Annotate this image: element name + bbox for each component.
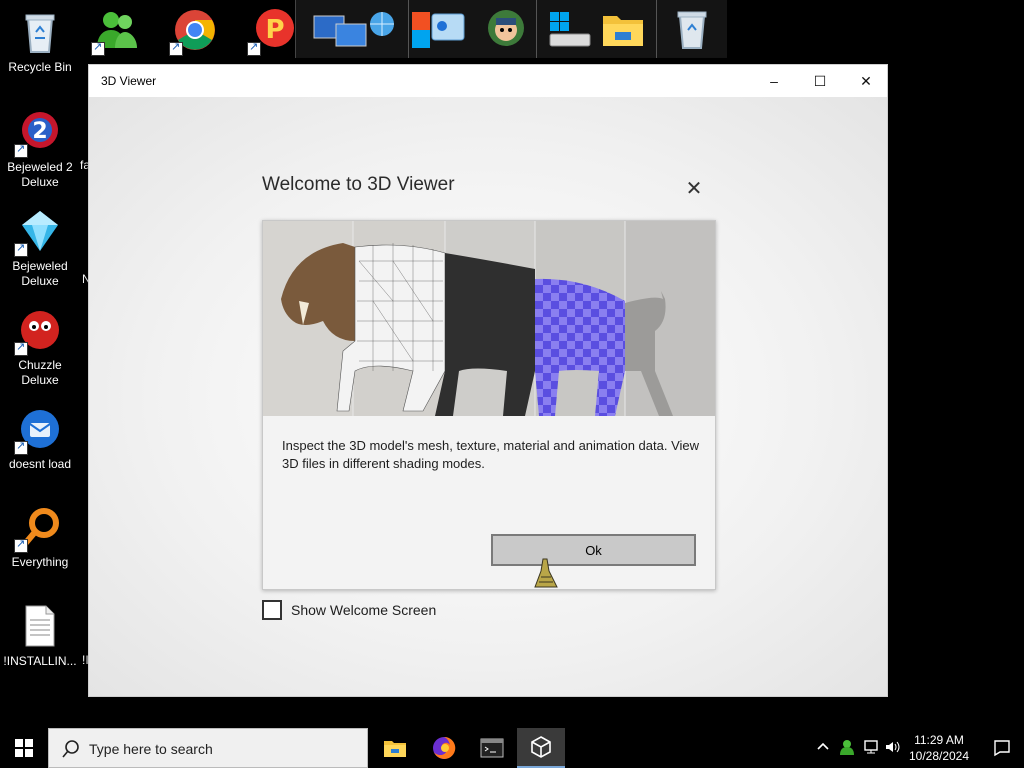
folder-icon	[384, 741, 406, 757]
maximize-button[interactable]: ☐	[797, 65, 843, 97]
desktop-icon-everything[interactable]: Everything	[0, 503, 80, 570]
mouse-cursor-icon	[533, 557, 559, 591]
windows-drive-icon[interactable]	[546, 10, 594, 50]
taskbar-app-3d-viewer[interactable]	[517, 728, 565, 768]
text-file-icon	[16, 602, 64, 650]
desktop-icon-label: !INSTALLIN...	[3, 654, 77, 668]
clock[interactable]: 11:29 AM 10/28/2024	[905, 732, 973, 764]
windows-logo-icon	[15, 739, 33, 757]
show-welcome-label: Show Welcome Screen	[291, 602, 437, 618]
search-placeholder: Type here to search	[89, 741, 213, 757]
notifications-button[interactable]	[980, 728, 1024, 768]
show-welcome-option[interactable]: Show Welcome Screen	[262, 600, 436, 620]
desktop-icon-recycle-bin[interactable]: Recycle Bin	[0, 8, 80, 75]
taskbar-search-box[interactable]: Type here to search	[48, 728, 368, 768]
shortcut-arrow-icon	[14, 241, 28, 257]
shortcut-arrow-icon	[14, 142, 28, 158]
3d-viewer-icon	[531, 736, 551, 758]
desktop-icon-label: doesnt load	[8, 457, 72, 471]
dialog-title: Welcome to 3D Viewer	[262, 174, 455, 195]
bejeweled2-icon: 2	[14, 108, 64, 158]
shortcut-arrow-icon	[247, 40, 261, 56]
show-welcome-checkbox[interactable]	[262, 600, 282, 620]
desktop-icon-bejeweled[interactable]: Bejeweled Deluxe	[0, 207, 80, 289]
shortcut-arrow-icon	[14, 340, 28, 356]
search-icon	[62, 740, 79, 758]
volume-icon[interactable]	[884, 738, 902, 758]
top-icon-strip	[295, 0, 727, 58]
ok-button[interactable]: Ok	[491, 534, 696, 566]
ok-button-label: Ok	[585, 542, 602, 558]
desktop-icon-messenger[interactable]	[77, 6, 157, 58]
desktop-icon-label: Bejeweled Deluxe	[12, 259, 68, 288]
clock-date: 10/28/2024	[908, 749, 970, 763]
maximize-icon: ☐	[813, 72, 827, 89]
welcome-card: Inspect the 3D model's mesh, texture, ma…	[262, 220, 716, 590]
desktop-icon-chrome[interactable]	[155, 6, 235, 58]
start-button[interactable]	[0, 728, 48, 768]
close-icon: ✕	[860, 72, 872, 89]
svg-text:P: P	[265, 15, 284, 45]
window-title: 3D Viewer	[101, 74, 157, 88]
desktop-icon-label: Everything	[11, 555, 69, 569]
desktop-icon-thunderbird[interactable]: doesnt load	[0, 405, 80, 472]
minimize-button[interactable]: –	[751, 65, 797, 97]
shortcut-arrow-icon	[169, 40, 183, 56]
desktop-icon-chuzzle[interactable]: Chuzzle Deluxe	[0, 306, 80, 388]
bejeweled-icon	[14, 207, 64, 257]
title-bar[interactable]: 3D Viewer – ☐ ✕	[89, 65, 887, 97]
hero-image	[263, 221, 715, 416]
recycle-bin-icon[interactable]	[668, 6, 716, 52]
close-icon: ✕	[685, 177, 703, 200]
viewer-content: Welcome to 3D Viewer ✕ Inspect the 3D mo…	[89, 97, 887, 696]
clock-time: 11:29 AM	[914, 733, 964, 747]
desktop-icon-label: Recycle Bin	[8, 60, 72, 74]
peggle-icon: P	[247, 6, 297, 56]
network-icon[interactable]	[862, 738, 880, 758]
dialog-close-button[interactable]: ✕	[683, 177, 705, 200]
everything-icon	[14, 503, 64, 553]
svg-text:2: 2	[32, 119, 47, 144]
network-computers-icon[interactable]	[310, 6, 400, 54]
taskbar-app-file-explorer[interactable]	[371, 728, 419, 768]
taskbar-app-terminal[interactable]	[468, 728, 516, 768]
dialog-description: Inspect the 3D model's mesh, texture, ma…	[282, 438, 700, 471]
recycle-bin-icon	[16, 8, 64, 56]
terminal-icon	[480, 738, 504, 758]
taskbar-app-firefox[interactable]	[420, 728, 468, 768]
notification-icon	[994, 740, 1010, 757]
desktop-icon-installing-file[interactable]: !INSTALLIN...	[0, 602, 80, 669]
close-button[interactable]: ✕	[843, 65, 889, 97]
3d-viewer-window: 3D Viewer – ☐ ✕ Welcome to 3D Viewer ✕ I…	[88, 64, 888, 697]
messenger-tray-icon[interactable]	[838, 738, 856, 758]
messenger-people-icon	[91, 6, 141, 56]
firefox-icon	[433, 736, 456, 759]
thunderbird-icon	[14, 405, 64, 455]
shortcut-arrow-icon	[14, 537, 28, 553]
desktop-icon-label: Chuzzle Deluxe	[18, 358, 62, 387]
desktop-icon-bejeweled-2[interactable]: 2 Bejeweled 2 Deluxe	[0, 108, 80, 190]
shortcut-arrow-icon	[14, 439, 28, 455]
character-game-icon[interactable]	[484, 6, 528, 54]
folder-icon[interactable]	[599, 8, 647, 50]
minimize-icon: –	[770, 73, 778, 89]
shortcut-arrow-icon	[91, 40, 105, 56]
chuzzle-icon	[14, 306, 64, 356]
taskbar: Type here to search 11:29 AM 10/28/2024	[0, 728, 1024, 768]
hello-dude-icon[interactable]	[410, 6, 470, 54]
chrome-icon	[169, 6, 219, 56]
tray-chevron-icon[interactable]	[814, 738, 832, 758]
desktop-icon-label: Bejeweled 2 Deluxe	[7, 160, 73, 189]
